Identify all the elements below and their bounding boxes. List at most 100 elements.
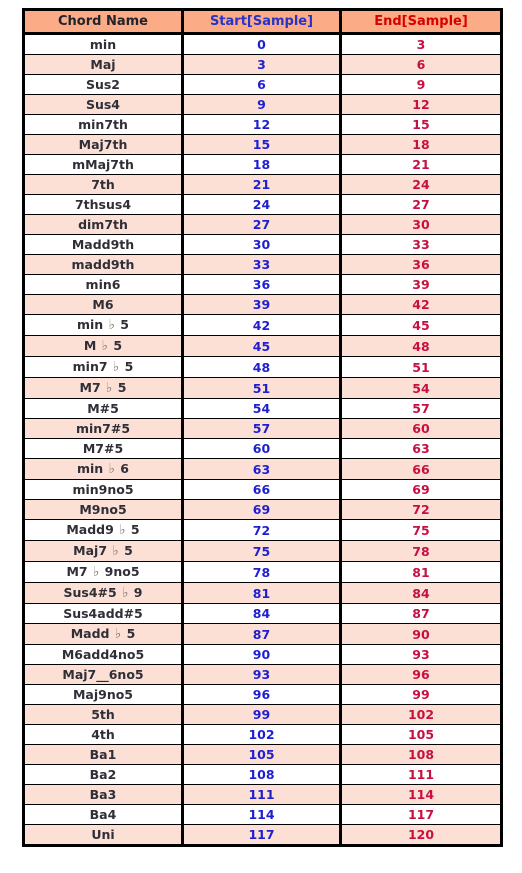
- cell-chord-name: Maj7__6no5: [22, 664, 184, 685]
- cell-start-sample: 54: [181, 398, 342, 419]
- cell-start-sample: 48: [181, 356, 342, 378]
- table-row[interactable]: M6add4no5 90 93: [22, 644, 503, 665]
- table-row[interactable]: dim7th 27 30: [22, 214, 503, 235]
- column-header-start-sample[interactable]: Start[Sample]: [181, 8, 342, 35]
- flat-symbol-icon: ♭: [101, 338, 109, 354]
- cell-start-sample: 12: [181, 114, 342, 135]
- table-row[interactable]: Sus4add#5 84 87: [22, 603, 503, 624]
- table-row[interactable]: 7thsus4 24 27: [22, 194, 503, 215]
- table-row[interactable]: Sus2 6 9: [22, 74, 503, 95]
- cell-start-sample: 45: [181, 335, 342, 357]
- cell-end-sample: 81: [339, 561, 503, 583]
- table-row[interactable]: min ♭ 6 63 66: [22, 458, 503, 480]
- table-row[interactable]: Maj9no5 96 99: [22, 684, 503, 705]
- table-row[interactable]: M7#5 60 63: [22, 438, 503, 459]
- cell-end-sample: 27: [339, 194, 503, 215]
- table-row[interactable]: Ba4 114 117: [22, 804, 503, 825]
- table-row[interactable]: Madd9 ♭ 5 72 75: [22, 519, 503, 541]
- cell-end-sample: 117: [339, 804, 503, 825]
- cell-chord-name: M7 ♭ 5: [22, 377, 184, 399]
- table-row[interactable]: mMaj7th 18 21: [22, 154, 503, 175]
- cell-start-sample: 111: [181, 784, 342, 805]
- table-row[interactable]: min7th 12 15: [22, 114, 503, 135]
- table-row[interactable]: Maj7th 15 18: [22, 134, 503, 155]
- cell-chord-name: Maj7th: [22, 134, 184, 155]
- cell-start-sample: 90: [181, 644, 342, 665]
- table-row[interactable]: min ♭ 5 42 45: [22, 314, 503, 336]
- table-row[interactable]: min6 36 39: [22, 274, 503, 295]
- cell-end-sample: 87: [339, 603, 503, 624]
- cell-end-sample: 78: [339, 540, 503, 562]
- cell-start-sample: 30: [181, 234, 342, 255]
- cell-start-sample: 27: [181, 214, 342, 235]
- flat-symbol-icon: ♭: [119, 522, 126, 538]
- cell-end-sample: 39: [339, 274, 503, 295]
- table-row[interactable]: madd9th 33 36: [22, 254, 503, 275]
- cell-end-sample: 96: [339, 664, 503, 685]
- table-row[interactable]: min9no5 66 69: [22, 479, 503, 500]
- table-row[interactable]: M9no5 69 72: [22, 499, 503, 520]
- cell-chord-name: M#5: [22, 398, 184, 419]
- table-row[interactable]: Ba3 111 114: [22, 784, 503, 805]
- cell-end-sample: 108: [339, 744, 503, 765]
- flat-symbol-icon: ♭: [108, 461, 115, 477]
- table-row[interactable]: min7#5 57 60: [22, 418, 503, 439]
- table-row[interactable]: min 0 3: [22, 33, 503, 55]
- cell-chord-name: 7th: [22, 174, 184, 195]
- table-header-row: Chord Name Start[Sample] End[Sample]: [22, 8, 503, 35]
- table-row[interactable]: Ba1 105 108: [22, 744, 503, 765]
- cell-chord-name: M ♭ 5: [22, 335, 184, 357]
- cell-chord-name: Sus2: [22, 74, 184, 95]
- cell-start-sample: 60: [181, 438, 342, 459]
- column-header-chord-name[interactable]: Chord Name: [22, 8, 184, 35]
- cell-chord-name: M7 ♭ 9no5: [22, 561, 184, 583]
- table-row[interactable]: Sus4#5 ♭ 9 81 84: [22, 582, 503, 604]
- table-row[interactable]: Maj7 ♭ 5 75 78: [22, 540, 503, 562]
- table-row[interactable]: Maj7__6no5 93 96: [22, 664, 503, 685]
- table-row[interactable]: min7 ♭ 5 48 51: [22, 356, 503, 378]
- cell-end-sample: 54: [339, 377, 503, 399]
- flat-symbol-icon: ♭: [114, 626, 122, 642]
- cell-end-sample: 36: [339, 254, 503, 275]
- table-header: Chord Name Start[Sample] End[Sample]: [22, 8, 503, 35]
- cell-start-sample: 63: [181, 458, 342, 480]
- table-row[interactable]: Ba2 108 111: [22, 764, 503, 785]
- table-body: min 0 3 Maj 3 6 Sus2 6 9 Sus4 9 12 min7th 12 15 Maj7th 1…: [22, 33, 503, 847]
- table-row[interactable]: 5th 99 102: [22, 704, 503, 725]
- cell-end-sample: 33: [339, 234, 503, 255]
- column-header-end-sample[interactable]: End[Sample]: [339, 8, 503, 35]
- cell-end-sample: 93: [339, 644, 503, 665]
- cell-end-sample: 15: [339, 114, 503, 135]
- table-row[interactable]: M ♭ 5 45 48: [22, 335, 503, 357]
- table-row[interactable]: Maj 3 6: [22, 54, 503, 75]
- cell-end-sample: 90: [339, 623, 503, 645]
- table-row[interactable]: 4th 102 105: [22, 724, 503, 745]
- cell-end-sample: 72: [339, 499, 503, 520]
- table-row[interactable]: M6 39 42: [22, 294, 503, 315]
- table-row[interactable]: Madd ♭ 5 87 90: [22, 623, 503, 645]
- cell-start-sample: 87: [181, 623, 342, 645]
- cell-chord-name: M9no5: [22, 499, 184, 520]
- cell-end-sample: 45: [339, 314, 503, 336]
- cell-chord-name: 4th: [22, 724, 184, 745]
- cell-end-sample: 120: [339, 824, 503, 847]
- table-row[interactable]: 7th 21 24: [22, 174, 503, 195]
- cell-end-sample: 69: [339, 479, 503, 500]
- cell-chord-name: madd9th: [22, 254, 184, 275]
- cell-start-sample: 18: [181, 154, 342, 175]
- cell-end-sample: 105: [339, 724, 503, 745]
- cell-chord-name: Maj7 ♭ 5: [22, 540, 184, 562]
- table-row[interactable]: M7 ♭ 9no5 78 81: [22, 561, 503, 583]
- table-row[interactable]: Uni 117 120: [22, 824, 503, 847]
- cell-start-sample: 72: [181, 519, 342, 541]
- cell-chord-name: 7thsus4: [22, 194, 184, 215]
- table-row[interactable]: M7 ♭ 5 51 54: [22, 377, 503, 399]
- table-row[interactable]: Sus4 9 12: [22, 94, 503, 115]
- cell-end-sample: 24: [339, 174, 503, 195]
- table-row[interactable]: Madd9th 30 33: [22, 234, 503, 255]
- table-row[interactable]: M#5 54 57: [22, 398, 503, 419]
- chord-table-container: Chord Name Start[Sample] End[Sample] min…: [22, 8, 503, 847]
- cell-end-sample: 21: [339, 154, 503, 175]
- cell-end-sample: 48: [339, 335, 503, 357]
- flat-symbol-icon: ♭: [108, 317, 115, 333]
